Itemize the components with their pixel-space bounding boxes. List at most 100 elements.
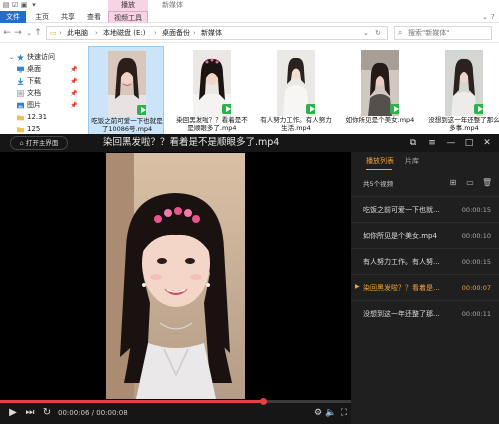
- tab-video-tools[interactable]: 视频工具: [108, 11, 148, 23]
- tab-play[interactable]: 播放: [108, 0, 148, 11]
- tab-share[interactable]: 共享: [56, 11, 80, 23]
- sidebar-item-label: 快速访问: [27, 53, 55, 61]
- file-item[interactable]: 如你所见是个美女.mp4: [342, 46, 418, 136]
- breadcrumb-item[interactable]: 新媒体: [201, 27, 222, 39]
- back-icon[interactable]: ←: [2, 28, 12, 38]
- file-item[interactable]: 有人努力工作。有人努力生活.mp4: [258, 46, 334, 136]
- navigation-pane: ⌄ 快速访问 桌面 📌 下载 📌 文档 📌 图片 📌 12.31 125: [0, 44, 88, 134]
- new-folder-icon[interactable]: ▣: [20, 1, 28, 9]
- tab-playlist[interactable]: 播放列表: [366, 156, 394, 166]
- open-main-label: 打开主界面: [25, 139, 59, 147]
- expand-ribbon-icon[interactable]: ⌄: [482, 13, 488, 21]
- breadcrumb-item[interactable]: 本地磁盘 (E:): [103, 27, 145, 39]
- playlist-item-name: 没想到这一年还整了那...: [363, 310, 440, 318]
- video-player-window: ⌂ 打开主界面 染回黑发啦？？看着是不是顺眼多了.mp4 ⧉ ≡ — □ ✕ ▶…: [0, 134, 499, 424]
- minimize-icon[interactable]: —: [444, 136, 458, 150]
- address-bar[interactable]: ▭ › 此电脑 › 本地磁盘 (E:) › 桌面备份 › 新媒体 ⌄ ↻: [46, 26, 388, 40]
- add-folder-icon[interactable]: ▭: [465, 178, 475, 188]
- tab-file[interactable]: 文件: [0, 11, 26, 23]
- playlist-item[interactable]: 没想到这一年还整了那... 00:00:11: [351, 300, 499, 326]
- up-icon[interactable]: ↑: [33, 28, 43, 38]
- folder-icon: [17, 127, 24, 133]
- settings-icon[interactable]: ⚙: [311, 406, 325, 420]
- time-display: 00:00:06 / 00:00:08: [58, 409, 128, 417]
- pin-icon: 📌: [70, 66, 78, 73]
- file-item[interactable]: 染回黑发啦？？看着是不是顺眼多了.mp4: [174, 46, 250, 136]
- help-icon[interactable]: ?: [491, 13, 495, 21]
- control-bar: ▶ ⏭ ↻ 00:00:06 / 00:00:08 ⚙ 🔈 ⛶: [0, 403, 351, 424]
- tab-library[interactable]: 片库: [405, 156, 419, 166]
- playlist-item-duration: 00:00:10: [461, 232, 491, 240]
- close-icon[interactable]: ✕: [480, 136, 494, 150]
- file-name: 有人努力工作。有人努力生活.mp4: [260, 116, 332, 132]
- search-input[interactable]: [408, 28, 490, 38]
- playlist-item-name: 如你所见是个美女.mp4: [363, 232, 437, 240]
- maximize-icon[interactable]: □: [462, 136, 476, 150]
- video-canvas[interactable]: [0, 152, 351, 400]
- file-name: 如你所见是个美女.mp4: [345, 116, 415, 124]
- tab-view[interactable]: 查看: [82, 11, 106, 23]
- desktop-icon: [17, 66, 24, 73]
- video-file-icon: [390, 104, 399, 114]
- sidebar-item-quick-access[interactable]: ⌄ 快速访问: [0, 52, 86, 63]
- customize-chevron-icon[interactable]: ▾: [30, 1, 38, 9]
- sidebar-item-downloads[interactable]: 下载 📌: [0, 76, 86, 87]
- add-file-icon[interactable]: ⊞: [448, 178, 458, 188]
- breadcrumb-item[interactable]: 桌面备份: [162, 27, 190, 39]
- video-frame: [106, 153, 245, 399]
- file-item[interactable]: 没想到这一年还整了那么多事.mp4: [426, 46, 499, 136]
- playlist-item[interactable]: 如你所见是个美女.mp4 00:00:10: [351, 222, 499, 248]
- video-thumbnail: [361, 50, 399, 116]
- video-file-icon: [137, 105, 146, 115]
- playlist-item-name: 吃饭之前可爱一下也就...: [363, 206, 440, 214]
- star-icon: [17, 54, 24, 61]
- video-file-icon: [306, 104, 315, 114]
- video-thumbnail: [108, 51, 146, 117]
- forward-icon[interactable]: →: [13, 28, 23, 38]
- playlist-item-name: 染回黑发啦？？看着是...: [363, 284, 440, 292]
- pin-icon: 📌: [70, 90, 78, 97]
- playlist-item-name: 有人努力工作。有人努...: [363, 258, 440, 266]
- file-list: 吃饭之前可爱一下也就是了10086号.mp4 染回黑发啦？？看着是不是顺眼多了.…: [88, 44, 499, 136]
- playlist-panel: 播放列表 片库 共5个视频 ⊞ ▭ 🗑 吃饭之前可爱一下也就... 00:00:…: [351, 152, 499, 424]
- playlist-item-active[interactable]: ▶ 染回黑发啦？？看着是... 00:00:07: [351, 274, 499, 300]
- expand-arrow-icon[interactable]: ⌄: [9, 52, 14, 63]
- ribbon: 文件 主页 共享 查看 视频工具 ⌄ ?: [0, 11, 499, 23]
- folder-icon: [17, 115, 24, 121]
- playlist-item-duration: 00:00:07: [461, 284, 491, 292]
- properties-icon[interactable]: ☑: [11, 1, 19, 9]
- playlist-item[interactable]: 吃饭之前可爱一下也就... 00:00:15: [351, 196, 499, 222]
- video-file-icon: [474, 104, 483, 114]
- sidebar-item-desktop[interactable]: 桌面 📌: [0, 64, 86, 75]
- video-thumbnail: [445, 50, 483, 116]
- sidebar-item-folder-1231[interactable]: 12.31: [0, 112, 86, 123]
- open-main-interface-button[interactable]: ⌂ 打开主界面: [10, 136, 68, 150]
- menu-icon[interactable]: ≡: [425, 136, 439, 150]
- breadcrumb-item[interactable]: 此电脑: [67, 27, 88, 39]
- sidebar-item-label: 桌面: [27, 65, 41, 73]
- video-thumbnail: [193, 50, 231, 116]
- address-dropdown-icon[interactable]: ⌄: [363, 27, 369, 39]
- play-icon[interactable]: ▶: [6, 406, 20, 420]
- search-box[interactable]: ⌕: [394, 26, 492, 40]
- loop-icon[interactable]: ↻: [40, 406, 54, 420]
- volume-icon[interactable]: 🔈: [324, 406, 338, 420]
- picture-icon: [17, 102, 24, 109]
- fullscreen-icon[interactable]: ⛶: [337, 406, 351, 420]
- sidebar-item-documents[interactable]: 文档 📌: [0, 88, 86, 99]
- refresh-icon[interactable]: ↻: [375, 27, 381, 39]
- sidebar-item-label: 文档: [27, 89, 41, 97]
- playlist-item-duration: 00:00:15: [461, 206, 491, 214]
- sidebar-item-pictures[interactable]: 图片 📌: [0, 100, 86, 111]
- playlist-item[interactable]: 有人努力工作。有人努... 00:00:15: [351, 248, 499, 274]
- next-icon[interactable]: ⏭: [23, 406, 37, 420]
- screencast-icon[interactable]: ⧉: [406, 136, 420, 150]
- file-name: 吃饭之前可爱一下也就是了10086号.mp4: [91, 117, 163, 133]
- player-title-bar: ⌂ 打开主界面 染回黑发啦？？看着是不是顺眼多了.mp4 ⧉ ≡ — □ ✕: [0, 134, 499, 152]
- file-name: 没想到这一年还整了那么多事.mp4: [428, 116, 499, 132]
- tab-home[interactable]: 主页: [30, 11, 54, 23]
- file-item[interactable]: 吃饭之前可爱一下也就是了10086号.mp4: [88, 46, 164, 136]
- active-tab-indicator: [366, 169, 392, 170]
- delete-icon[interactable]: 🗑: [482, 178, 492, 188]
- playlist-item-duration: 00:00:11: [461, 310, 491, 318]
